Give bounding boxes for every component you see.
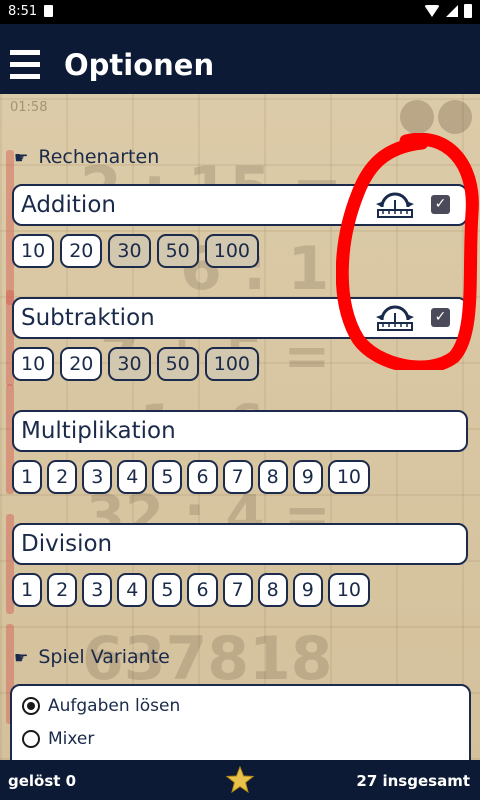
variant-option-mixer[interactable]: Mixer bbox=[22, 729, 94, 749]
pointing-hand-icon: ☛ bbox=[14, 147, 29, 167]
variant-option-label: Aufgaben lösen bbox=[48, 696, 181, 716]
total-count: 27 insgesamt bbox=[356, 772, 470, 790]
range-chip[interactable]: 10 bbox=[12, 347, 55, 381]
subtraktion-label: Subtraktion bbox=[21, 305, 155, 331]
number-chip[interactable]: 10 bbox=[327, 573, 371, 607]
number-chip[interactable]: 8 bbox=[257, 573, 288, 607]
subtraktion-toggle[interactable]: Subtraktion ✓ bbox=[12, 297, 468, 339]
status-bar: 8:51 bbox=[0, 0, 480, 24]
range-chip[interactable]: 30 bbox=[108, 347, 151, 381]
range-chip[interactable]: 50 bbox=[156, 347, 199, 381]
number-chip[interactable]: 5 bbox=[152, 460, 183, 494]
multiplikation-label: Multiplikation bbox=[21, 418, 176, 444]
subtraktion-range-chips: 10 20 30 50 100 bbox=[12, 347, 260, 381]
addition-toggle[interactable]: Addition ✓ bbox=[12, 184, 468, 226]
background-decoration bbox=[400, 100, 472, 134]
subtraktion-checkbox[interactable]: ✓ bbox=[431, 308, 450, 327]
number-chip[interactable]: 9 bbox=[292, 573, 323, 607]
options-content[interactable]: 2 : 15 = 6 : 1 7 + 5 = 1 · 6 32 : 4 = 63… bbox=[0, 94, 480, 760]
number-chip[interactable]: 6 bbox=[187, 573, 218, 607]
section-marker bbox=[6, 150, 14, 305]
range-chip[interactable]: 100 bbox=[204, 347, 260, 381]
variant-options: Aufgaben lösen Mixer bbox=[10, 684, 471, 760]
radio-selected-icon[interactable] bbox=[22, 697, 40, 715]
division-toggle[interactable]: Division bbox=[12, 523, 468, 565]
gauge-ruler-icon[interactable] bbox=[374, 305, 416, 331]
hamburger-icon[interactable] bbox=[10, 50, 42, 80]
section-rechenarten: ☛ Rechenarten bbox=[14, 146, 159, 168]
app-bar: Optionen bbox=[0, 24, 480, 94]
battery-icon bbox=[464, 4, 472, 18]
range-chip[interactable]: 10 bbox=[12, 234, 55, 268]
number-chip[interactable]: 3 bbox=[82, 460, 113, 494]
pointing-hand-icon: ☛ bbox=[14, 647, 29, 667]
gauge-ruler-icon[interactable] bbox=[374, 192, 416, 218]
multiplikation-range-chips: 1 2 3 4 5 6 7 8 9 10 bbox=[12, 460, 371, 494]
number-chip[interactable]: 4 bbox=[117, 573, 148, 607]
number-chip[interactable]: 7 bbox=[222, 460, 253, 494]
addition-range-chips: 10 20 30 50 100 bbox=[12, 234, 260, 268]
number-chip[interactable]: 2 bbox=[47, 460, 78, 494]
status-time: 8:51 bbox=[8, 4, 38, 19]
star-icon[interactable] bbox=[226, 766, 254, 794]
variant-option-label: Mixer bbox=[48, 729, 95, 749]
range-chip[interactable]: 20 bbox=[60, 347, 103, 381]
addition-checkbox[interactable]: ✓ bbox=[431, 195, 450, 214]
radio-unselected-icon[interactable] bbox=[22, 730, 40, 748]
range-chip[interactable]: 50 bbox=[156, 234, 199, 268]
page-title: Optionen bbox=[64, 48, 215, 82]
number-chip[interactable]: 9 bbox=[292, 460, 323, 494]
addition-label: Addition bbox=[21, 192, 116, 218]
sd-card-icon bbox=[44, 5, 53, 17]
timer: 01:58 bbox=[10, 100, 48, 115]
section-title: Spiel Variante bbox=[38, 646, 170, 668]
number-chip[interactable]: 8 bbox=[257, 460, 288, 494]
solved-count: gelöst 0 bbox=[8, 772, 77, 790]
number-chip[interactable]: 1 bbox=[12, 460, 43, 494]
number-chip[interactable]: 6 bbox=[187, 460, 218, 494]
division-label: Division bbox=[21, 531, 113, 557]
number-chip[interactable]: 2 bbox=[47, 573, 78, 607]
division-range-chips: 1 2 3 4 5 6 7 8 9 10 bbox=[12, 573, 371, 607]
range-chip[interactable]: 100 bbox=[204, 234, 260, 268]
wifi-icon bbox=[424, 5, 440, 17]
signal-icon bbox=[446, 5, 458, 17]
section-title: Rechenarten bbox=[38, 146, 160, 168]
section-spiel-variante: ☛ Spiel Variante bbox=[14, 646, 170, 668]
number-chip[interactable]: 1 bbox=[12, 573, 43, 607]
multiplikation-toggle[interactable]: Multiplikation bbox=[12, 410, 468, 452]
number-chip[interactable]: 10 bbox=[327, 460, 371, 494]
variant-option-aufgaben[interactable]: Aufgaben lösen bbox=[22, 696, 180, 716]
number-chip[interactable]: 4 bbox=[117, 460, 148, 494]
number-chip[interactable]: 5 bbox=[152, 573, 183, 607]
range-chip[interactable]: 30 bbox=[108, 234, 151, 268]
number-chip[interactable]: 3 bbox=[82, 573, 113, 607]
number-chip[interactable]: 7 bbox=[222, 573, 253, 607]
range-chip[interactable]: 20 bbox=[60, 234, 103, 268]
bottom-bar: gelöst 0 27 insgesamt bbox=[0, 760, 480, 800]
